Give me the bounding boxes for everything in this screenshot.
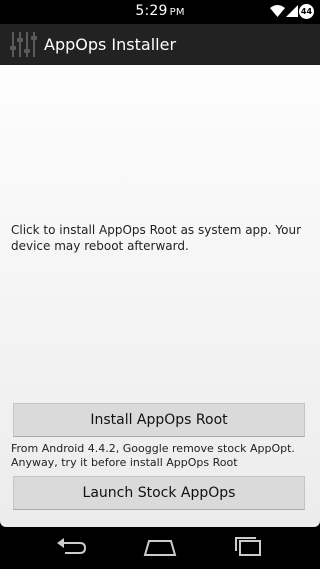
- action-bar: AppOps Installer: [0, 24, 320, 65]
- home-icon[interactable]: [141, 535, 179, 559]
- status-bar: 5:29 PM 44: [0, 0, 320, 24]
- battery-badge: 44: [299, 4, 314, 19]
- navigation-bar: [0, 527, 320, 569]
- launch-stock-appops-button[interactable]: Launch Stock AppOps: [13, 476, 305, 510]
- recent-apps-icon[interactable]: [232, 535, 266, 559]
- main-content: Click to install AppOps Root as system a…: [0, 65, 320, 527]
- install-description: Click to install AppOps Root as system a…: [11, 223, 302, 253]
- cell-signal-icon: [286, 5, 298, 17]
- wifi-icon: [270, 5, 285, 17]
- back-icon[interactable]: [53, 535, 89, 559]
- status-ampm: PM: [169, 7, 185, 18]
- install-appops-root-button[interactable]: Install AppOps Root: [13, 403, 305, 437]
- app-title: AppOps Installer: [44, 35, 177, 54]
- sliders-icon[interactable]: [8, 29, 38, 60]
- android-note: From Android 4.4.2, Googgle remove stock…: [11, 442, 295, 469]
